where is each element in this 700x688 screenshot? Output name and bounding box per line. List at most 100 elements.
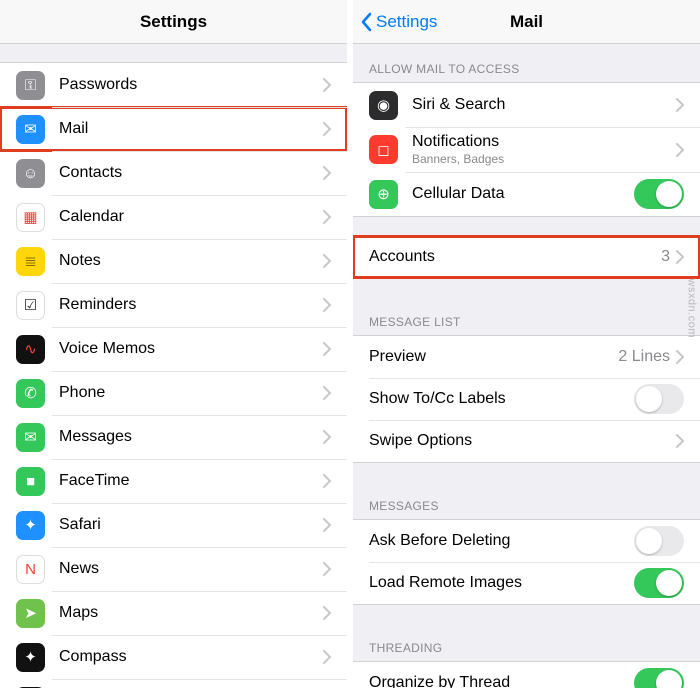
row-label: Maps — [59, 604, 323, 622]
chevron-right-icon — [323, 562, 331, 576]
settings-row-contacts[interactable]: ☺Contacts — [0, 151, 347, 195]
back-button[interactable]: Settings — [359, 12, 437, 32]
page-title: Mail — [510, 12, 543, 32]
settings-list[interactable]: ⚿ Passwords ✉ Mail ☺Contacts ▦ Calendar ≣ Notes ☑… — [0, 44, 347, 688]
section-header: THREADING — [353, 623, 700, 661]
chevron-right-icon — [323, 122, 331, 136]
section-header: MESSAGE LIST — [353, 297, 700, 335]
row-label: Calendar — [59, 208, 323, 226]
settings-row-show-to-cc-labels[interactable]: Show To/Cc Labels — [353, 378, 700, 420]
voicememos-icon: ∿ — [16, 335, 45, 364]
back-label: Settings — [376, 12, 437, 32]
settings-row-passwords[interactable]: ⚿ Passwords — [0, 63, 347, 107]
settings-panel-left: Settings ⚿ Passwords ✉ Mail ☺Contacts ▦ Calend… — [0, 0, 353, 688]
chevron-right-icon — [323, 606, 331, 620]
row-label: Notifications — [412, 133, 676, 151]
settings-row-reminders[interactable]: ☑ Reminders — [0, 283, 347, 327]
chevron-right-icon — [676, 98, 684, 112]
toggle-switch[interactable] — [634, 179, 684, 209]
row-label: Reminders — [59, 296, 323, 314]
chevron-left-icon — [359, 12, 373, 32]
chevron-right-icon — [323, 166, 331, 180]
settings-row-voice-memos[interactable]: ∿ Voice Memos — [0, 327, 347, 371]
chevron-right-icon — [323, 210, 331, 224]
settings-row-safari[interactable]: ✦ Safari — [0, 503, 347, 547]
mail-icon: ✉ — [16, 115, 45, 144]
row-label: Notes — [59, 252, 323, 270]
row-detail: 2 Lines — [618, 348, 670, 366]
row-label: Ask Before Deleting — [369, 532, 634, 550]
reminders-icon: ☑ — [16, 291, 45, 320]
cellular-icon: ⊕ — [369, 180, 398, 209]
navbar-left: Settings — [0, 0, 347, 44]
chevron-right-icon — [676, 434, 684, 448]
row-label: Messages — [59, 428, 323, 446]
chevron-right-icon — [323, 342, 331, 356]
toggle-switch[interactable] — [634, 568, 684, 598]
notifications-icon: ◻ — [369, 135, 398, 164]
section-header: MESSAGES — [353, 481, 700, 519]
chevron-right-icon — [323, 298, 331, 312]
compass-icon: ✦ — [16, 643, 45, 672]
row-sublabel: Banners, Badges — [412, 152, 676, 166]
settings-row-load-remote-images[interactable]: Load Remote Images — [353, 562, 700, 604]
row-label: Show To/Cc Labels — [369, 390, 634, 408]
row-label: Load Remote Images — [369, 574, 634, 592]
settings-panel-right: Settings Mail ALLOW MAIL TO ACCESS◉Siri … — [353, 0, 700, 688]
settings-row-cellular-data[interactable]: ⊕ Cellular Data — [353, 172, 700, 216]
row-label: Voice Memos — [59, 340, 323, 358]
row-label: Accounts — [369, 248, 661, 266]
settings-row-mail[interactable]: ✉ Mail — [0, 107, 347, 151]
toggle-switch[interactable] — [634, 526, 684, 556]
page-title: Settings — [140, 12, 207, 32]
mail-settings-list[interactable]: ALLOW MAIL TO ACCESS◉Siri & Search◻Notif… — [353, 44, 700, 688]
settings-row-organize-by-thread[interactable]: Organize by Thread — [353, 662, 700, 688]
settings-row-notifications[interactable]: ◻ NotificationsBanners, Badges — [353, 127, 700, 172]
settings-row-maps[interactable]: ➤ Maps — [0, 591, 347, 635]
chevron-right-icon — [323, 430, 331, 444]
chevron-right-icon — [323, 474, 331, 488]
row-label: Preview — [369, 348, 618, 366]
phone-icon: ✆ — [16, 379, 45, 408]
chevron-right-icon — [676, 350, 684, 364]
row-label: Mail — [59, 120, 323, 138]
row-label: Phone — [59, 384, 323, 402]
toggle-switch[interactable] — [634, 668, 684, 688]
siri-icon: ◉ — [369, 91, 398, 120]
settings-row-phone[interactable]: ✆ Phone — [0, 371, 347, 415]
maps-icon: ➤ — [16, 599, 45, 628]
safari-icon: ✦ — [16, 511, 45, 540]
settings-row-ask-before-deleting[interactable]: Ask Before Deleting — [353, 520, 700, 562]
row-label: Safari — [59, 516, 323, 534]
watermark-text: wsxdn.com — [686, 278, 698, 338]
settings-row-news[interactable]: NNews — [0, 547, 347, 591]
row-detail: 3 — [661, 248, 670, 266]
row-label: FaceTime — [59, 472, 323, 490]
key-icon: ⚿ — [16, 71, 45, 100]
calendar-icon: ▦ — [16, 203, 45, 232]
settings-row-swipe-options[interactable]: Swipe Options — [353, 420, 700, 462]
settings-row-preview[interactable]: Preview2 Lines — [353, 336, 700, 378]
settings-row-messages[interactable]: ✉ Messages — [0, 415, 347, 459]
facetime-icon: ■ — [16, 467, 45, 496]
chevron-right-icon — [323, 650, 331, 664]
row-label: Siri & Search — [412, 96, 676, 114]
settings-row-accounts[interactable]: Accounts3 — [353, 236, 700, 278]
row-label: News — [59, 560, 323, 578]
settings-row-siri-search[interactable]: ◉ Siri & Search — [353, 83, 700, 127]
settings-row-compass[interactable]: ✦Compass — [0, 635, 347, 679]
settings-row-calendar[interactable]: ▦ Calendar — [0, 195, 347, 239]
chevron-right-icon — [323, 254, 331, 268]
chevron-right-icon — [323, 78, 331, 92]
toggle-switch[interactable] — [634, 384, 684, 414]
settings-row-measure[interactable]: ≡Measure — [0, 679, 347, 688]
notes-icon: ≣ — [16, 247, 45, 276]
settings-row-notes[interactable]: ≣ Notes — [0, 239, 347, 283]
row-label: Swipe Options — [369, 432, 676, 450]
row-label: Passwords — [59, 76, 323, 94]
row-label: Cellular Data — [412, 185, 634, 203]
chevron-right-icon — [323, 518, 331, 532]
settings-row-facetime[interactable]: ■ FaceTime — [0, 459, 347, 503]
chevron-right-icon — [323, 386, 331, 400]
messages-icon: ✉ — [16, 423, 45, 452]
